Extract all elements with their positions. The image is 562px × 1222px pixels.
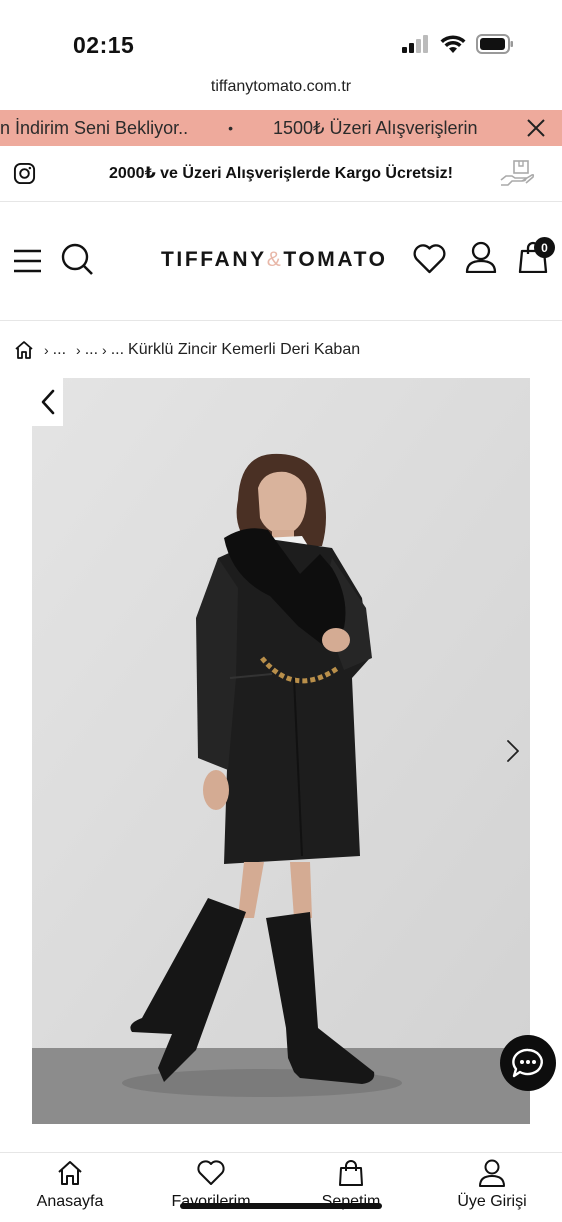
wifi-icon [440,34,466,53]
status-time: 02:15 [73,32,135,58]
breadcrumb-item[interactable]: ... [85,341,98,359]
home-indicator[interactable] [180,1203,382,1209]
breadcrumb: › ... › ... › ... Kürklü Zincir Kemerli … [14,337,360,363]
breadcrumb-separator: › [44,342,49,358]
cart-count-badge: 0 [534,237,555,258]
promo-close-button[interactable] [510,110,562,146]
nav-label: Üye Girişi [457,1193,527,1210]
close-icon [527,119,545,137]
chevron-right-icon [507,740,519,762]
home-icon [58,1161,82,1185]
logo-text: TIFFANY [161,248,267,271]
promo-separator: • [228,120,233,136]
promo-text: 1500₺ Üzeri Alışverişlerin [272,117,478,138]
status-icons [402,34,514,54]
bag-icon [339,1160,363,1186]
image-back-button[interactable] [32,378,63,426]
shipping-info-bar: 2000₺ ve Üzeri Alışverişlerde Kargo Ücre… [0,146,562,202]
user-icon [479,1159,505,1187]
wishlist-heart-icon[interactable] [413,244,446,274]
home-icon[interactable] [14,340,34,360]
logo-text: TOMATO [283,248,388,271]
nav-login[interactable]: Üye Girişi [432,1153,552,1222]
chevron-left-icon [41,389,54,415]
signal-icon [402,35,428,53]
status-bar: 02:15 [0,0,562,80]
address-bar-url[interactable]: tiffanytomato.com.tr [0,78,562,96]
search-icon[interactable] [61,243,94,276]
image-next-button[interactable] [503,738,523,764]
menu-icon[interactable] [13,249,42,273]
account-icon[interactable] [465,241,497,273]
live-chat-button[interactable] [500,1035,556,1091]
free-shipping-text: 2000₺ ve Üzeri Alışverişlerde Kargo Ücre… [108,165,454,182]
nav-label: Anasayfa [36,1193,104,1210]
breadcrumb-separator: › [102,342,107,358]
nav-favorites[interactable]: Favorilerim [151,1153,271,1222]
chat-bubble-icon [512,1048,543,1078]
breadcrumb-item[interactable]: ... [111,341,124,359]
battery-icon [476,34,513,54]
product-photo [32,378,530,1124]
nav-home[interactable]: Anasayfa [10,1153,130,1222]
heart-icon [197,1160,225,1185]
breadcrumb-current: Kürklü Zincir Kemerli Deri Kaban [128,341,361,358]
product-image[interactable] [32,378,530,1124]
site-header: TIFFANY&TOMATO [0,203,562,321]
delivery-box-icon [500,160,535,186]
logo-ampersand: & [266,248,284,271]
promo-marquee: n İndirim Seni Bekliyor.. • 1500₺ Üzeri … [0,110,478,146]
brand-logo[interactable]: TIFFANY&TOMATO [161,248,388,272]
promo-text: n İndirim Seni Bekliyor.. [0,117,189,138]
bottom-navigation: Anasayfa Favorilerim Sepetim Üye Girişi [0,1152,562,1221]
promo-banner: n İndirim Seni Bekliyor.. • 1500₺ Üzeri … [0,110,562,146]
nav-cart[interactable]: Sepetim [291,1153,411,1222]
breadcrumb-separator: › [76,342,81,358]
breadcrumb-item[interactable]: ... [53,341,66,359]
